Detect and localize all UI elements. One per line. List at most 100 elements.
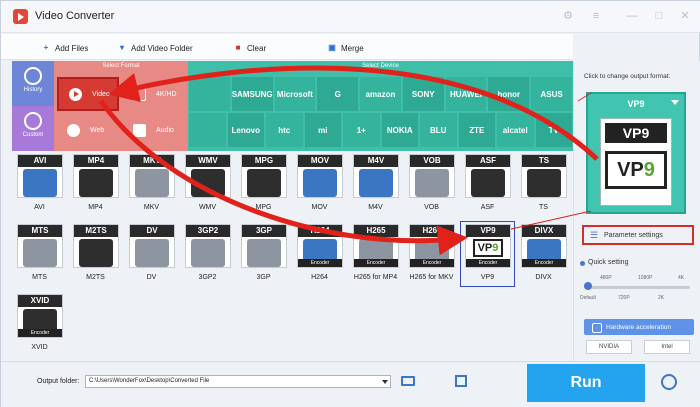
device-brand-amazon[interactable]: amazon — [360, 77, 401, 111]
add-video-folder-button[interactable]: ▾ Add Video Folder — [117, 42, 193, 54]
format-caption: 3GP2 — [198, 274, 217, 281]
settings-icon[interactable]: ⚙ — [561, 9, 575, 23]
format-item-3gp2[interactable]: 3GP2 3GP2 — [180, 221, 235, 291]
output-folder-input[interactable]: C:\Users\WonderFox\Desktop\Converted Fil… — [85, 375, 391, 388]
vp9-icon-logo: VP9 — [605, 151, 667, 189]
format-artwork-icon — [135, 239, 169, 267]
format-thumbnail: DIVX Encoder — [521, 224, 567, 268]
selection-frame — [460, 221, 515, 287]
format-item-asf[interactable]: ASF ASF — [460, 151, 515, 221]
format-caption: H265 for MKV — [409, 274, 454, 281]
select-format-panel: Select Format Video 4K/HD Web Audio — [54, 61, 188, 151]
vp9-logo-vp: VP — [617, 159, 644, 181]
close-button[interactable]: ✕ — [678, 9, 692, 23]
nvidia-chip[interactable]: NVIDIA — [586, 340, 632, 354]
format-item-xvid[interactable]: XVID Encoder XVID — [12, 291, 67, 361]
format-category-web[interactable]: Web — [57, 113, 119, 147]
device-brand-htc[interactable]: htc — [266, 113, 303, 147]
title-bar: Video Converter ⚙ ≡ — □ ✕ — [1, 1, 700, 33]
format-category-audio[interactable]: Audio — [123, 113, 185, 147]
chevron-down-icon[interactable] — [382, 380, 388, 384]
hardware-acceleration-button[interactable]: Hardware acceleration — [584, 319, 694, 335]
clear-button[interactable]: ■ Clear — [233, 42, 267, 54]
intel-chip[interactable]: Intel — [644, 340, 690, 354]
format-category-video[interactable]: Video — [57, 77, 119, 111]
format-artwork-icon — [471, 169, 505, 197]
format-item-mpg[interactable]: MPG MPG — [236, 151, 291, 221]
device-brand-microsoft[interactable]: Microsoft — [274, 77, 316, 111]
device-brand-g[interactable]: G — [317, 77, 359, 111]
format-item-wmv[interactable]: WMV WMV — [180, 151, 235, 221]
menu-icon[interactable]: ≡ — [589, 9, 603, 23]
device-brand-tv[interactable]: TV — [535, 113, 572, 147]
output-format-selector[interactable]: VP9 VP9 VP9 — [586, 92, 686, 214]
format-item-vob[interactable]: VOB VOB — [404, 151, 459, 221]
bottom-bar: Output folder: C:\Users\WonderFox\Deskto… — [1, 361, 700, 407]
merge-label: Merge — [341, 43, 364, 53]
maximize-button[interactable]: □ — [652, 9, 666, 23]
format-item-h265-for-mp4[interactable]: H265 Encoder H265 for MP4 — [348, 221, 403, 291]
format-artwork-icon — [527, 169, 561, 197]
format-item-m2ts[interactable]: M2TS M2TS — [68, 221, 123, 291]
device-brand-lenovo[interactable]: Lenovo — [227, 113, 264, 147]
device-brand-huawei[interactable]: HUAWEI — [445, 77, 487, 111]
format-thumbnail-title: ASF — [466, 155, 510, 167]
device-brand-1-[interactable]: 1+ — [343, 113, 380, 147]
parameter-settings-button[interactable]: Parameter settings — [582, 225, 694, 245]
device-brand-alcatel[interactable]: alcatel — [497, 113, 534, 147]
device-brand-samsung[interactable]: SAMSUNG — [232, 77, 273, 111]
format-item-mp4[interactable]: MP4 MP4 — [68, 151, 123, 221]
format-artwork-icon — [247, 239, 281, 267]
device-brand-motorola[interactable] — [189, 113, 226, 147]
device-brand-mi[interactable]: mi — [304, 113, 341, 147]
open-folder-icon[interactable] — [455, 375, 467, 387]
format-thumbnail: 3GP — [241, 224, 287, 268]
select-format-heading: Select Format — [102, 63, 140, 69]
run-button[interactable]: Run — [527, 364, 645, 402]
device-brand-apple[interactable] — [189, 77, 230, 111]
chevron-down-icon[interactable] — [671, 100, 679, 105]
format-thumbnail-title: WMV — [186, 155, 230, 167]
format-thumbnail-title: VOB — [410, 155, 454, 167]
format-caption: M4V — [368, 204, 383, 211]
format-item-3gp[interactable]: 3GP 3GP — [236, 221, 291, 291]
format-thumbnail-title: H265 — [410, 225, 454, 237]
format-item-mov[interactable]: MOV MOV — [292, 151, 347, 221]
merge-button[interactable]: ▣ Merge — [327, 42, 364, 54]
app-logo-icon — [13, 9, 28, 24]
format-item-m4v[interactable]: M4V M4V — [348, 151, 403, 221]
device-brand-blu[interactable]: BLU — [420, 113, 457, 147]
device-brand-nokia[interactable]: NOKIA — [381, 113, 418, 147]
minimize-button[interactable]: — — [625, 9, 639, 23]
device-brand-honor[interactable]: honor — [488, 77, 530, 111]
tab-history[interactable]: History — [12, 61, 54, 106]
format-artwork-icon — [191, 169, 225, 197]
device-brand-asus[interactable]: ASUS — [531, 77, 572, 111]
format-item-avi[interactable]: AVI AVI — [12, 151, 67, 221]
quick-setting-slider[interactable] — [586, 286, 690, 289]
format-caption: H265 for MP4 — [353, 274, 398, 281]
chevron-down-icon: ▾ — [119, 43, 124, 52]
format-caption: XVID — [31, 344, 48, 351]
format-thumbnail-title: H265 — [354, 225, 398, 237]
format-category-4k-hd[interactable]: 4K/HD — [123, 77, 185, 111]
format-item-ts[interactable]: TS TS — [516, 151, 571, 221]
tab-custom[interactable]: Custom — [12, 106, 54, 151]
format-item-h265-for-mkv[interactable]: H265 Encoder H265 for MKV — [404, 221, 459, 291]
format-item-h264[interactable]: H264 Encoder H264 — [292, 221, 347, 291]
add-files-button[interactable]: + Add Files — [41, 42, 89, 54]
format-item-divx[interactable]: DIVX Encoder DIVX — [516, 221, 571, 291]
format-item-mts[interactable]: MTS MTS — [12, 221, 67, 291]
format-thumbnail-title: MKV — [130, 155, 174, 167]
device-brand-sony[interactable]: SONY — [402, 77, 444, 111]
alarm-clock-icon[interactable] — [661, 374, 677, 390]
format-item-dv[interactable]: DV DV — [124, 221, 179, 291]
device-brand-zte[interactable]: ZTE — [458, 113, 495, 147]
quick-setting-slider-handle[interactable] — [584, 282, 592, 290]
format-item-mkv[interactable]: MKV MKV — [124, 151, 179, 221]
toolbar: + Add Files ▾ Add Video Folder ■ Clear ▣… — [1, 34, 573, 60]
folder-icon[interactable] — [401, 376, 415, 386]
format-thumbnail: MPG — [241, 154, 287, 198]
format-item-vp9[interactable]: VP9 VP9 Encoder VP9 — [460, 221, 515, 291]
quick-label-480p: 480P — [600, 275, 612, 281]
